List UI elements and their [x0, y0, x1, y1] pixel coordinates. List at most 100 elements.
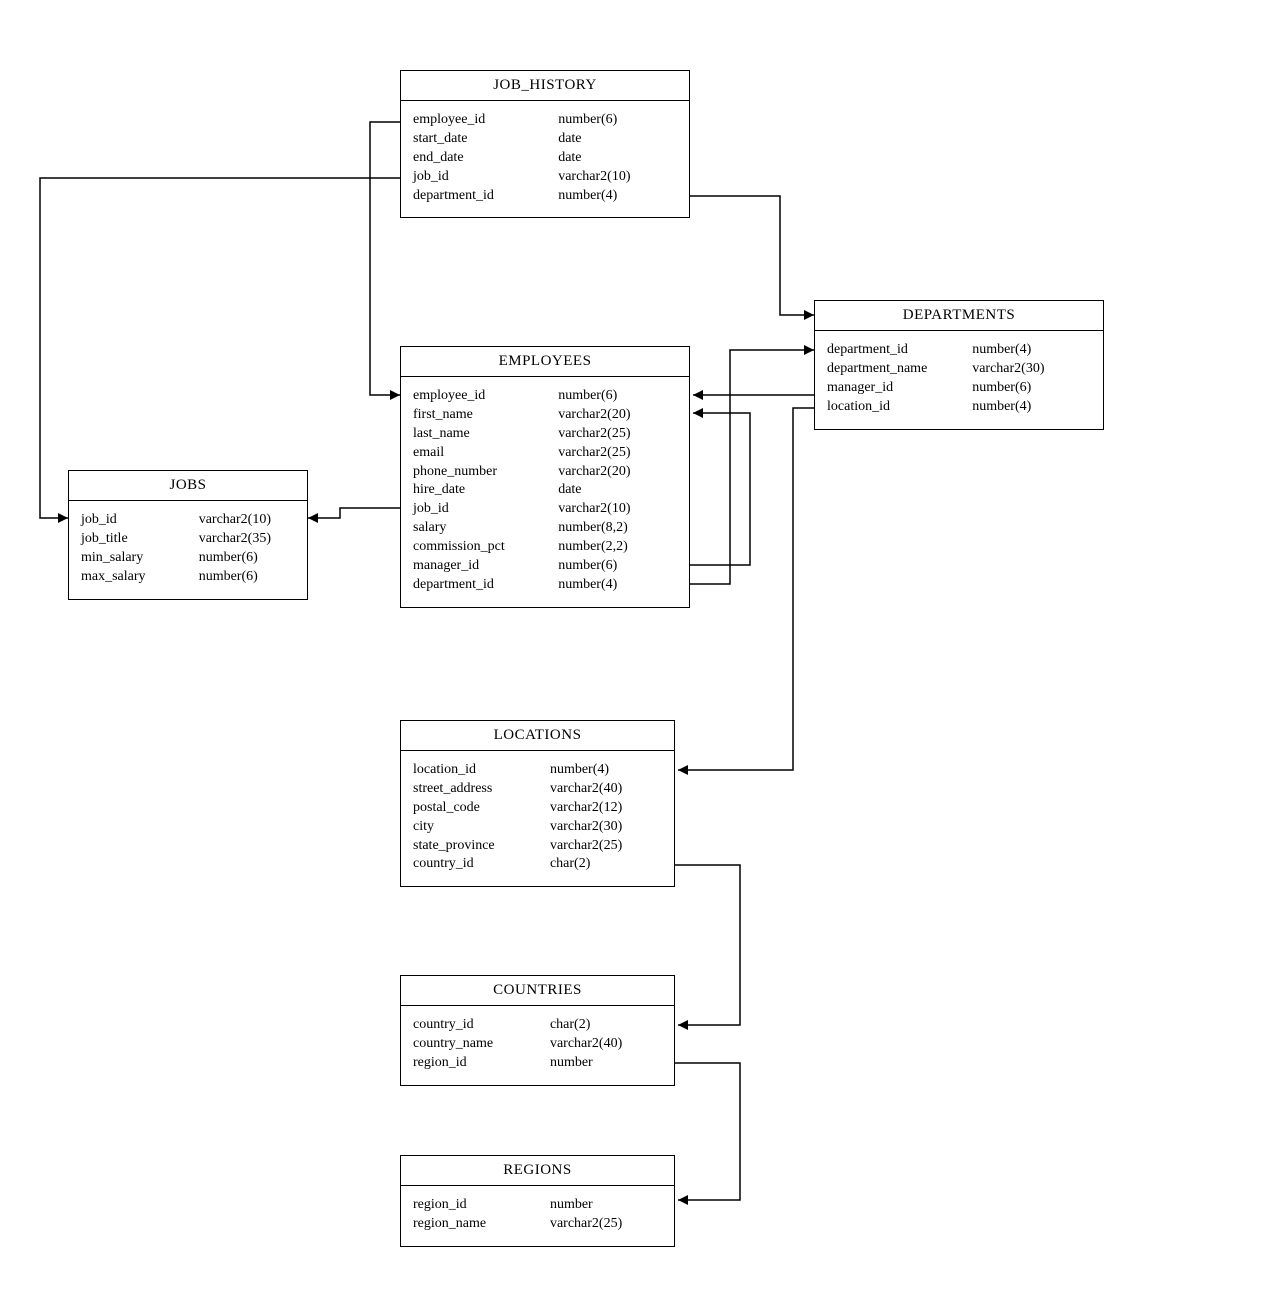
column-type: varchar2(10): [558, 500, 677, 519]
column-name: postal_code: [413, 799, 550, 818]
column-row: min_salarynumber(6): [81, 549, 295, 568]
column-type: varchar2(25): [558, 444, 677, 463]
column-name: employee_id: [413, 387, 558, 406]
column-name: max_salary: [81, 568, 199, 587]
entity-body: job_idvarchar2(10) job_titlevarchar2(35)…: [69, 501, 307, 599]
column-row: commission_pctnumber(2,2): [413, 538, 677, 557]
entity-body: region_idnumber region_namevarchar2(25): [401, 1186, 674, 1246]
column-row: manager_idnumber(6): [413, 557, 677, 576]
column-row: country_idchar(2): [413, 855, 662, 874]
column-name: start_date: [413, 130, 558, 149]
column-type: number(8,2): [558, 519, 677, 538]
entity-locations: LOCATIONS location_idnumber(4) street_ad…: [400, 720, 675, 887]
column-type: number(4): [972, 398, 1091, 417]
column-type: number(4): [558, 187, 677, 206]
column-type: number(2,2): [558, 538, 677, 557]
column-type: number: [550, 1196, 662, 1215]
entity-body: employee_idnumber(6) first_namevarchar2(…: [401, 377, 689, 607]
column-row: job_idvarchar2(10): [413, 500, 677, 519]
column-name: country_id: [413, 1016, 550, 1035]
column-name: city: [413, 818, 550, 837]
column-row: department_namevarchar2(30): [827, 360, 1091, 379]
column-name: commission_pct: [413, 538, 558, 557]
column-name: department_id: [413, 187, 558, 206]
column-row: country_namevarchar2(40): [413, 1035, 662, 1054]
entity-departments: DEPARTMENTS department_idnumber(4) depar…: [814, 300, 1104, 430]
entity-title: LOCATIONS: [401, 721, 674, 751]
column-type: number(6): [199, 549, 295, 568]
entity-countries: COUNTRIES country_idchar(2) country_name…: [400, 975, 675, 1086]
entity-body: location_idnumber(4) street_addressvarch…: [401, 751, 674, 886]
entity-jobs: JOBS job_idvarchar2(10) job_titlevarchar…: [68, 470, 308, 600]
column-type: varchar2(35): [199, 530, 295, 549]
column-name: job_id: [413, 500, 558, 519]
column-row: region_namevarchar2(25): [413, 1215, 662, 1234]
entity-title: COUNTRIES: [401, 976, 674, 1006]
column-row: manager_idnumber(6): [827, 379, 1091, 398]
entity-body: department_idnumber(4) department_nameva…: [815, 331, 1103, 429]
column-type: varchar2(20): [558, 463, 677, 482]
column-type: varchar2(10): [199, 511, 295, 530]
entity-body: employee_idnumber(6) start_datedate end_…: [401, 101, 689, 217]
column-name: manager_id: [413, 557, 558, 576]
column-type: number: [550, 1054, 662, 1073]
column-name: email: [413, 444, 558, 463]
column-row: country_idchar(2): [413, 1016, 662, 1035]
column-name: department_id: [827, 341, 972, 360]
column-type: varchar2(25): [550, 837, 662, 856]
column-row: job_titlevarchar2(35): [81, 530, 295, 549]
entity-title: DEPARTMENTS: [815, 301, 1103, 331]
column-name: location_id: [413, 761, 550, 780]
column-type: number(4): [550, 761, 662, 780]
column-row: first_namevarchar2(20): [413, 406, 677, 425]
column-name: street_address: [413, 780, 550, 799]
column-row: department_idnumber(4): [827, 341, 1091, 360]
column-type: date: [558, 149, 677, 168]
column-name: job_title: [81, 530, 199, 549]
column-row: department_idnumber(4): [413, 576, 677, 595]
column-row: phone_numbervarchar2(20): [413, 463, 677, 482]
column-name: department_name: [827, 360, 972, 379]
entity-title: REGIONS: [401, 1156, 674, 1186]
column-row: end_datedate: [413, 149, 677, 168]
column-type: varchar2(40): [550, 1035, 662, 1054]
column-type: number(4): [558, 576, 677, 595]
column-name: country_name: [413, 1035, 550, 1054]
column-name: state_province: [413, 837, 550, 856]
column-name: phone_number: [413, 463, 558, 482]
column-row: job_idvarchar2(10): [413, 168, 677, 187]
column-type: varchar2(10): [558, 168, 677, 187]
column-row: last_namevarchar2(25): [413, 425, 677, 444]
column-type: varchar2(25): [550, 1215, 662, 1234]
entity-title: JOBS: [69, 471, 307, 501]
column-row: location_idnumber(4): [413, 761, 662, 780]
column-row: location_idnumber(4): [827, 398, 1091, 417]
entity-title: EMPLOYEES: [401, 347, 689, 377]
column-name: job_id: [413, 168, 558, 187]
column-name: location_id: [827, 398, 972, 417]
column-name: first_name: [413, 406, 558, 425]
column-name: job_id: [81, 511, 199, 530]
column-type: number(6): [972, 379, 1091, 398]
column-type: number(6): [558, 557, 677, 576]
column-row: job_idvarchar2(10): [81, 511, 295, 530]
column-row: max_salarynumber(6): [81, 568, 295, 587]
column-name: employee_id: [413, 111, 558, 130]
column-type: varchar2(25): [558, 425, 677, 444]
column-row: employee_idnumber(6): [413, 387, 677, 406]
column-type: varchar2(40): [550, 780, 662, 799]
column-type: number(6): [199, 568, 295, 587]
column-row: region_idnumber: [413, 1196, 662, 1215]
entity-title: JOB_HISTORY: [401, 71, 689, 101]
column-name: manager_id: [827, 379, 972, 398]
column-name: salary: [413, 519, 558, 538]
column-name: department_id: [413, 576, 558, 595]
column-name: min_salary: [81, 549, 199, 568]
column-type: varchar2(12): [550, 799, 662, 818]
column-type: number(6): [558, 111, 677, 130]
column-type: varchar2(20): [558, 406, 677, 425]
column-row: employee_idnumber(6): [413, 111, 677, 130]
column-name: region_id: [413, 1054, 550, 1073]
column-name: hire_date: [413, 481, 558, 500]
column-name: last_name: [413, 425, 558, 444]
